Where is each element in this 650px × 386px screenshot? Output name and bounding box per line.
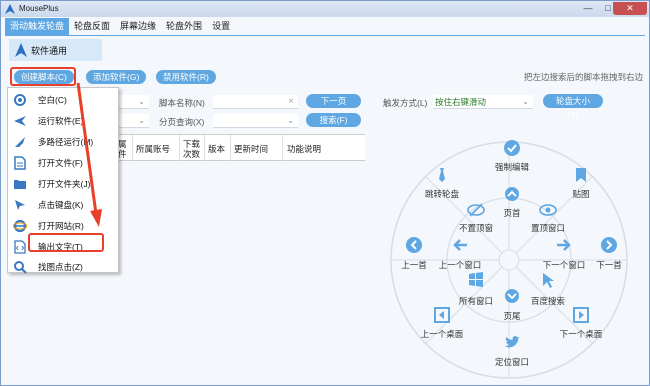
- wheel-item-prev-desktop[interactable]: 上一个桌面: [412, 328, 472, 340]
- menu-divider: [5, 35, 645, 36]
- column-attr-line1: 属: [118, 139, 127, 149]
- main-window: MousePlus — □ ✕ 滑动触发轮盘 轮盘反面 屏幕边缘 轮盘外围 设置…: [0, 0, 650, 386]
- column-divider: [204, 135, 205, 161]
- wheel-item-unpin-window[interactable]: 不置顶窗: [446, 222, 506, 234]
- navigation-arrow-icon: [15, 43, 27, 57]
- plane-icon: [13, 114, 27, 128]
- next-desktop-icon[interactable]: [572, 306, 590, 324]
- menu-item-label: 找图点击(Z): [38, 262, 83, 272]
- arrow-left-icon[interactable]: [451, 236, 469, 254]
- column-attr-line2: 件: [118, 149, 127, 159]
- tab-slide-trigger-wheel[interactable]: 滑动触发轮盘: [5, 18, 70, 35]
- wheel-item-baidu-search[interactable]: 百度搜索: [518, 295, 578, 307]
- column-divider: [230, 135, 231, 161]
- menu-bar: 滑动触发轮盘 轮盘反面 屏幕边缘 轮盘外围 设置: [5, 18, 235, 35]
- menu-item-find-image-click[interactable]: 找图点击(Z): [8, 258, 118, 276]
- trigger-label: 触发方式(L): [383, 98, 428, 108]
- column-downloads: 下载 次数: [183, 139, 200, 159]
- software-select[interactable]: ⌄: [119, 95, 149, 109]
- prev-desktop-icon[interactable]: [433, 306, 451, 324]
- circle-icon: [13, 93, 27, 107]
- trigger-select[interactable]: 按住右键滑动 ⌄: [433, 95, 533, 109]
- subnav-software-general[interactable]: 软件通用: [9, 39, 102, 61]
- tab-wheel-outer[interactable]: 轮盘外围: [161, 18, 207, 35]
- ie-icon: [13, 219, 27, 233]
- column-divider: [282, 135, 283, 161]
- chevron-down-icon: ⌄: [287, 116, 294, 125]
- annotation-arrow: [76, 82, 102, 227]
- title-bar[interactable]: MousePlus — □ ✕: [1, 1, 649, 17]
- subnav-label: 软件通用: [31, 45, 68, 56]
- column-attr: 属 件: [118, 139, 127, 159]
- wheel-size-button[interactable]: 轮盘大小(T): [543, 94, 603, 120]
- wheel-item-page-bottom[interactable]: 页尾: [482, 310, 542, 322]
- create-highlight-box: [10, 67, 76, 86]
- wheel-item-force-edit[interactable]: 强制编辑: [482, 161, 542, 173]
- column-account: 所属账号: [136, 144, 171, 154]
- chevron-down-icon: ⌄: [138, 116, 145, 125]
- page-query-select[interactable]: ⌄: [213, 114, 298, 128]
- menu-item-label: 空白(C): [38, 95, 67, 105]
- file-icon: [13, 156, 27, 170]
- column-downloads-line2: 次数: [183, 149, 201, 159]
- wheel-item-next-desktop[interactable]: 下一个桌面: [551, 328, 611, 340]
- search-icon: [13, 260, 27, 274]
- necktie-icon[interactable]: [433, 166, 451, 184]
- wheel-item-page-top[interactable]: 页首: [482, 207, 542, 219]
- script-name-input[interactable]: ×: [213, 95, 298, 109]
- chevron-up-circle-icon[interactable]: [503, 185, 521, 203]
- clear-icon[interactable]: ×: [288, 95, 294, 108]
- output-text-highlight-box: [28, 233, 104, 252]
- column-downloads-line1: 下载: [183, 139, 201, 149]
- script-table-header: 属 件 所属账号 下载 次数 版本 更新时间 功能说明: [114, 134, 365, 161]
- search-button[interactable]: 搜索(F): [306, 113, 361, 127]
- code-icon: [13, 240, 27, 254]
- disable-software-button[interactable]: 禁用软件(R): [156, 70, 216, 84]
- arrow-left-circle-icon[interactable]: [405, 236, 423, 254]
- drag-hint-text: 把左边搜索后的脚本拖拽到右边: [523, 72, 643, 82]
- arrow-right-circle-icon[interactable]: [600, 236, 618, 254]
- twitter-bird-icon[interactable]: [503, 334, 521, 352]
- minimize-button[interactable]: —: [578, 2, 598, 15]
- wheel-item-pin-window[interactable]: 置顶窗口: [518, 222, 578, 234]
- chevron-down-icon: ⌄: [138, 97, 145, 106]
- cursor-icon[interactable]: [539, 271, 557, 289]
- window-title: MousePlus: [19, 4, 59, 13]
- arrow-right-icon[interactable]: [555, 236, 573, 254]
- trigger-value: 按住右键滑动: [435, 97, 487, 107]
- chevron-down-icon: ⌄: [522, 97, 529, 106]
- windows-logo-icon[interactable]: [467, 271, 485, 289]
- tab-wheel-back[interactable]: 轮盘反面: [69, 18, 115, 35]
- column-description: 功能说明: [287, 144, 322, 154]
- wheel-item-locate-window[interactable]: 定位窗口: [482, 356, 542, 368]
- column-update-time: 更新时间: [234, 144, 269, 154]
- tab-screen-edge[interactable]: 屏幕边缘: [115, 18, 161, 35]
- wheel-item-paste-image[interactable]: 贴图: [551, 188, 611, 200]
- app-logo-icon: [5, 4, 15, 14]
- wheel-item-jump-wheel[interactable]: 跳转轮盘: [412, 188, 472, 200]
- close-button[interactable]: ✕: [613, 2, 647, 15]
- rocket-icon: [13, 135, 27, 149]
- filter-select[interactable]: ⌄: [119, 114, 149, 128]
- check-circle-icon[interactable]: [503, 139, 521, 157]
- wheel-item-all-windows[interactable]: 所有窗口: [446, 295, 506, 307]
- script-name-label: 脚本名称(N): [159, 98, 205, 108]
- wheel-item-prev-window[interactable]: 上一个窗口: [430, 259, 490, 271]
- column-divider: [132, 135, 133, 161]
- tab-settings[interactable]: 设置: [207, 18, 235, 35]
- wheel-item-next-window[interactable]: 下一个窗口: [534, 259, 594, 271]
- next-page-button[interactable]: 下一页(D): [306, 94, 361, 120]
- page-query-label: 分页查询(X): [159, 117, 205, 127]
- keyboard-icon: [13, 198, 27, 212]
- bookmark-icon[interactable]: [572, 166, 590, 184]
- column-version: 版本: [208, 144, 226, 154]
- column-divider: [179, 135, 180, 161]
- folder-icon: [13, 177, 27, 191]
